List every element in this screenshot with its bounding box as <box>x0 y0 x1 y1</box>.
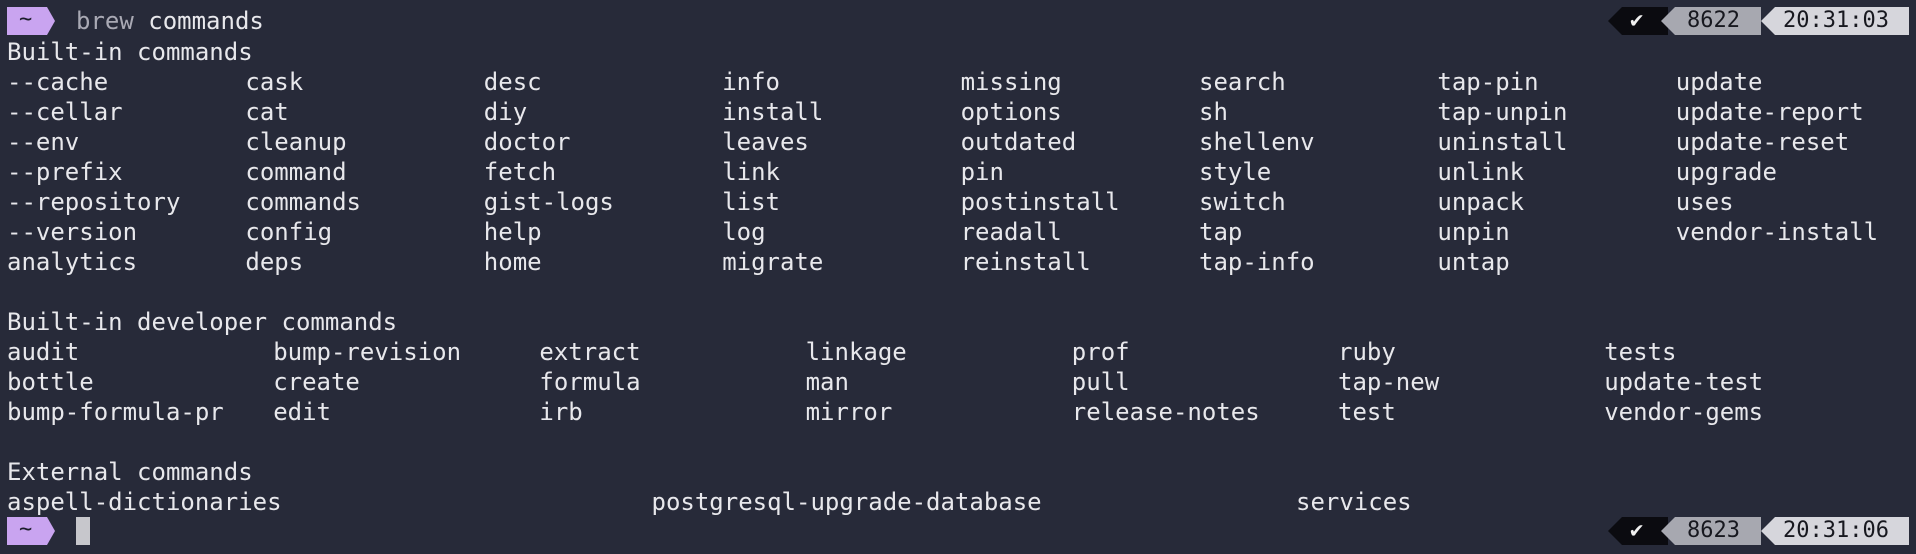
command-item: prof <box>1071 338 1130 366</box>
command-item: uninstall <box>1437 128 1568 156</box>
command-item: pull <box>1071 368 1130 396</box>
command-item: bottle <box>7 368 94 396</box>
command-item: switch <box>1199 188 1286 216</box>
command-item: linkage <box>805 338 907 366</box>
command-item: update-test <box>1604 368 1764 396</box>
command-item: update-report <box>1675 98 1864 126</box>
command-item: fetch <box>483 158 557 186</box>
command-item: style <box>1199 158 1272 186</box>
command-item: commands <box>245 188 361 216</box>
command-name: brew <box>76 7 134 35</box>
prompt-time: 20:31:03 <box>1761 7 1909 35</box>
prompt-home-badge: ~ <box>7 517 55 545</box>
command-item: shellenv <box>1199 128 1315 156</box>
command-item: aspell-dictionaries <box>7 488 282 516</box>
command-item: help <box>483 218 542 246</box>
command-item: search <box>1199 68 1286 96</box>
command-item: unpin <box>1437 218 1510 246</box>
status-success-icon: ✔ <box>1608 517 1668 545</box>
command-item: tap-unpin <box>1437 98 1568 126</box>
command-item: pin <box>960 158 1004 186</box>
command-item: outdated <box>960 128 1077 156</box>
command-item: leaves <box>722 128 809 156</box>
command-item: deps <box>245 248 304 276</box>
prompt-time: 20:31:06 <box>1761 517 1909 545</box>
command-item: postinstall <box>960 188 1120 216</box>
status-success-icon: ✔ <box>1608 7 1668 35</box>
command-item: irb <box>539 398 583 426</box>
command-item: gist-logs <box>483 188 614 216</box>
command-item: update <box>1675 68 1763 96</box>
command-item: missing <box>960 68 1062 96</box>
command-item: upgrade <box>1675 158 1777 186</box>
command-item: log <box>722 218 766 246</box>
command-item: --repository <box>7 188 181 216</box>
history-number: 8622 <box>1661 7 1761 35</box>
command-item: bump-revision <box>273 338 462 366</box>
command-item: list <box>722 188 780 216</box>
command-item: readall <box>960 218 1062 246</box>
command-args: commands <box>133 7 264 35</box>
command-item: create <box>273 368 360 396</box>
prompt-home-badge: ~ <box>7 7 55 35</box>
section-heading-developer: Built-in developer commands <box>7 308 398 336</box>
command-item: config <box>245 218 333 246</box>
terminal-window: ~ brew commands ✔ 8622 20:31:03 Built-in… <box>0 0 1916 554</box>
command-item: --cache <box>7 68 109 96</box>
prompt-home-symbol: ~ <box>19 517 33 542</box>
command-item: home <box>483 248 542 276</box>
command-item: man <box>805 368 849 396</box>
command-item: tap-info <box>1199 248 1315 276</box>
command-item: bump-formula-pr <box>7 398 224 426</box>
command-item: vendor-gems <box>1604 398 1764 426</box>
command-item: doctor <box>483 128 571 156</box>
command-item: edit <box>273 398 331 426</box>
command-item: unlink <box>1437 158 1525 186</box>
text-cursor[interactable] <box>76 517 90 545</box>
command-item: sh <box>1199 98 1228 126</box>
section-heading-external: External commands <box>7 458 253 486</box>
command-item: release-notes <box>1071 398 1260 426</box>
command-item: formula <box>539 368 641 396</box>
command-item: ruby <box>1338 338 1396 366</box>
command-item: diy <box>483 98 528 126</box>
command-item: analytics <box>7 248 138 276</box>
command-item: tap <box>1199 218 1243 246</box>
command-item: --env <box>7 128 80 156</box>
command-item: postgresql-upgrade-database <box>651 488 1042 516</box>
command-item: extract <box>539 338 641 366</box>
command-item: test <box>1338 398 1396 426</box>
command-item: cat <box>245 98 289 126</box>
command-item: info <box>722 68 780 96</box>
command-item: desc <box>483 68 542 96</box>
command-item: tap-new <box>1338 368 1440 396</box>
command-item: reinstall <box>960 248 1091 276</box>
history-number: 8623 <box>1661 517 1761 545</box>
command-item: uses <box>1675 188 1734 216</box>
command-item: unpack <box>1437 188 1525 216</box>
prompt-home-symbol: ~ <box>19 7 33 32</box>
command-item: tests <box>1604 338 1677 366</box>
command-item: tap-pin <box>1437 68 1539 96</box>
command-item: cask <box>245 68 304 96</box>
command-item: vendor-install <box>1675 218 1879 246</box>
command-item: --cellar <box>7 98 123 126</box>
command-item: services <box>1296 488 1412 516</box>
command-item: migrate <box>722 248 824 276</box>
command-item: cleanup <box>245 128 347 156</box>
command-item: --version <box>7 218 138 246</box>
command-item: install <box>722 98 824 126</box>
command-item: update-reset <box>1675 128 1850 156</box>
command-item: audit <box>7 338 80 366</box>
command-item: options <box>960 98 1062 126</box>
section-heading-builtin: Built-in commands <box>7 38 253 66</box>
entered-command: brew commands <box>76 6 264 36</box>
command-item: --prefix <box>7 158 123 186</box>
command-item: link <box>722 158 780 186</box>
command-item: command <box>245 158 347 186</box>
command-item: mirror <box>805 398 893 426</box>
command-item: untap <box>1437 248 1510 276</box>
